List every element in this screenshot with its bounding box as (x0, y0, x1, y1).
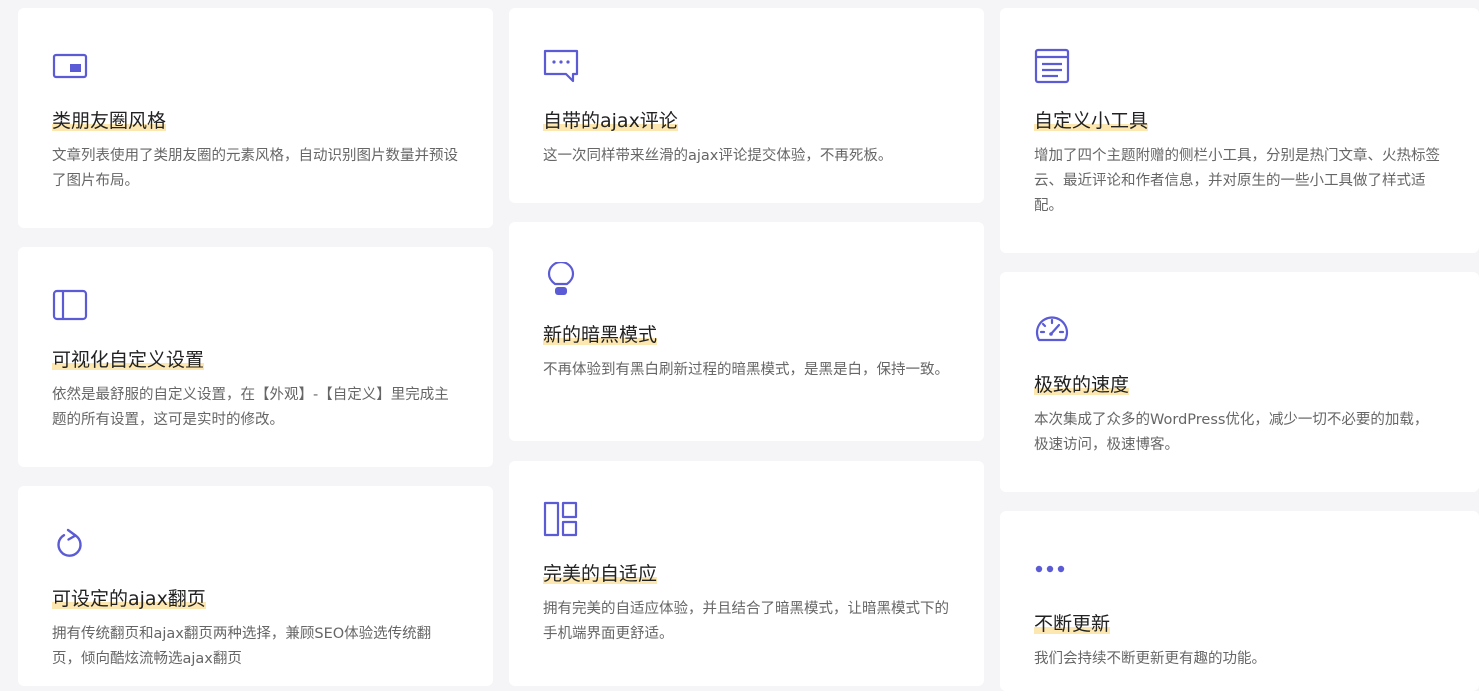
feature-title: 类朋友圈风格 (52, 108, 167, 134)
feature-card-ajax-comment: 自带的ajax评论 这一次同样带来丝滑的ajax评论提交体验，不再死板。 (509, 8, 984, 203)
picture-in-picture-icon (52, 48, 88, 84)
speedometer-icon (1034, 312, 1070, 348)
feature-card-responsive: 完美的自适应 拥有完美的自适应体验，并且结合了暗黑模式，让暗黑模式下的手机端界面… (509, 461, 984, 686)
feature-title: 不断更新 (1034, 611, 1111, 637)
sidebar-layout-icon (52, 287, 88, 323)
feature-card-customizer: 可视化自定义设置 依然是最舒服的自定义设置，在【外观】-【自定义】里完成主题的所… (18, 247, 493, 467)
document-list-icon (1034, 48, 1070, 84)
more-dots-icon (1034, 551, 1070, 587)
feature-title: 新的暗黑模式 (543, 322, 658, 348)
feature-title: 极致的速度 (1034, 372, 1130, 398)
feature-card-ajax-paging: 可设定的ajax翻页 拥有传统翻页和ajax翻页两种选择，兼顾SEO体验选传统翻… (18, 486, 493, 686)
feature-title: 自带的ajax评论 (543, 108, 678, 134)
refresh-icon (52, 526, 88, 562)
feature-description: 不再体验到有黑白刷新过程的暗黑模式，是黑是白，保持一致。 (543, 362, 949, 378)
feature-title: 自定义小工具 (1034, 108, 1149, 134)
chat-bubble-icon (543, 48, 579, 84)
feature-description: 拥有传统翻页和ajax翻页两种选择，兼顾SEO体验选传统翻页，倾向酷炫流畅选aj… (52, 626, 432, 667)
layout-grid-icon (543, 501, 579, 537)
feature-card-widgets: 自定义小工具 增加了四个主题附赠的侧栏小工具，分别是热门文章、火热标签云、最近评… (1000, 8, 1479, 253)
feature-card-updates: 不断更新 我们会持续不断更新更有趣的功能。 (1000, 511, 1479, 691)
feature-description: 依然是最舒服的自定义设置，在【外观】-【自定义】里完成主题的所有设置，这可是实时… (52, 387, 449, 428)
feature-description: 文章列表使用了类朋友圈的元素风格，自动识别图片数量并预设了图片布局。 (52, 148, 458, 189)
feature-description: 增加了四个主题附赠的侧栏小工具，分别是热门文章、火热标签云、最近评论和作者信息，… (1034, 148, 1440, 214)
feature-card-dark-mode: 新的暗黑模式 不再体验到有黑白刷新过程的暗黑模式，是黑是白，保持一致。 (509, 222, 984, 441)
feature-card-speed: 极致的速度 本次集成了众多的WordPress优化，减少一切不必要的加载，极速访… (1000, 272, 1479, 492)
feature-title: 可设定的ajax翻页 (52, 586, 206, 612)
feature-card-moments: 类朋友圈风格 文章列表使用了类朋友圈的元素风格，自动识别图片数量并预设了图片布局… (18, 8, 493, 228)
feature-description: 拥有完美的自适应体验，并且结合了暗黑模式，让暗黑模式下的手机端界面更舒适。 (543, 601, 949, 642)
lightbulb-icon (543, 262, 579, 298)
feature-description: 我们会持续不断更新更有趣的功能。 (1034, 651, 1266, 667)
feature-description: 这一次同样带来丝滑的ajax评论提交体验，不再死板。 (543, 148, 893, 164)
feature-title: 可视化自定义设置 (52, 347, 205, 373)
feature-description: 本次集成了众多的WordPress优化，减少一切不必要的加载，极速访问，极速博客… (1034, 412, 1429, 453)
feature-title: 完美的自适应 (543, 561, 658, 587)
